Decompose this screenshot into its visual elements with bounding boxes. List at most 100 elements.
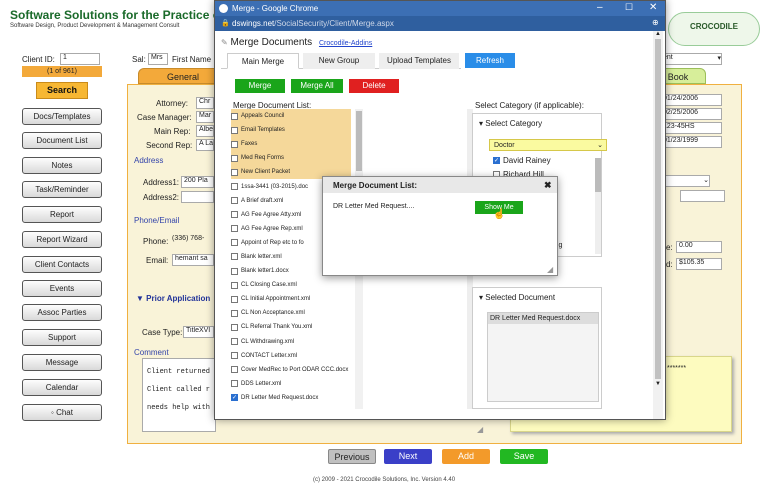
tab-upload-templates[interactable]: Upload Templates: [379, 53, 459, 69]
folder-item[interactable]: Faxes: [231, 137, 351, 152]
sidebar-button-task-reminder[interactable]: Task/Reminder: [22, 181, 102, 198]
prior-application-toggle[interactable]: ▼ Prior Application: [136, 294, 210, 303]
doctor-option[interactable]: ✓ David Rainey: [493, 156, 551, 165]
sidebar-button-client-contacts[interactable]: Client Contacts: [22, 256, 102, 273]
category-list-scrollbar[interactable]: [595, 158, 601, 254]
checkbox-icon[interactable]: [231, 154, 238, 162]
window-scrollbar[interactable]: ▲ ▼: [653, 31, 663, 419]
zoom-icon[interactable]: ⊕: [652, 18, 659, 27]
selected-document-header[interactable]: ▾ Selected Document: [479, 293, 555, 302]
maximize-icon[interactable]: ☐: [625, 2, 633, 13]
checkbox-icon[interactable]: [231, 197, 238, 205]
folder-item[interactable]: Appeals Council: [231, 109, 351, 124]
e-input[interactable]: 0.00: [676, 241, 722, 253]
main-rep-select[interactable]: Albe: [196, 125, 214, 137]
checkbox-icon[interactable]: [231, 338, 238, 346]
checkbox-icon[interactable]: [231, 281, 238, 289]
checkbox-icon[interactable]: [231, 225, 238, 233]
merge-button[interactable]: Merge: [235, 79, 285, 93]
url-bar[interactable]: 🔒 dswings.net/SocialSecurity/Client/Merg…: [215, 16, 665, 31]
address1-input[interactable]: 200 Pla: [181, 176, 214, 188]
add-button[interactable]: Add: [442, 449, 490, 464]
checkbox-icon[interactable]: [231, 168, 238, 176]
checkbox-icon[interactable]: [231, 309, 238, 317]
merge-all-button[interactable]: Merge All: [291, 79, 343, 93]
sidebar-button-support[interactable]: Support: [22, 329, 102, 346]
save-button[interactable]: Save: [500, 449, 548, 464]
selected-document-list[interactable]: DR Letter Med Request.docx: [487, 312, 599, 402]
delete-button[interactable]: Delete: [349, 79, 399, 93]
document-item[interactable]: DDS Letter.xml: [231, 377, 355, 391]
document-item[interactable]: CL Referral Thank You.xml: [231, 320, 355, 334]
checkbox-icon[interactable]: [231, 140, 238, 148]
close-icon[interactable]: ✖: [544, 180, 552, 191]
minimize-icon[interactable]: –: [597, 2, 603, 13]
sidebar-button-document-list[interactable]: Document List: [22, 132, 102, 149]
comment-textarea[interactable]: Client returned Client called r needs he…: [142, 358, 216, 432]
document-item[interactable]: CL Initial Appointment.xml: [231, 292, 355, 306]
sidebar-button-notes[interactable]: Notes: [22, 157, 102, 174]
sidebar-button-events[interactable]: Events: [22, 280, 102, 297]
resize-handle-icon[interactable]: ◢: [477, 425, 483, 434]
checkbox-icon[interactable]: [231, 183, 238, 191]
document-item[interactable]: CL Closing Case.xml: [231, 278, 355, 292]
document-item[interactable]: ✓ DR Letter Med Request.docx: [231, 391, 355, 405]
checkbox-icon[interactable]: [231, 126, 238, 134]
previous-button[interactable]: Previous: [328, 449, 376, 464]
sidebar-button-docs-templates[interactable]: Docs/Templates: [22, 108, 102, 125]
close-icon[interactable]: ✕: [649, 2, 657, 13]
selected-document-item[interactable]: DR Letter Med Request.docx: [488, 313, 598, 324]
date-field-3[interactable]: 01/23/1999: [660, 136, 722, 148]
sidebar-button-chat[interactable]: ◦ Chat: [22, 404, 102, 421]
document-item[interactable]: Cover MedRec to Port ODAR CCC.docx: [231, 363, 355, 377]
id-field[interactable]: 123-45HS: [660, 122, 722, 134]
document-item[interactable]: CL Withdrawing.xml: [231, 335, 355, 349]
checkbox-checked-icon[interactable]: ✓: [231, 394, 238, 402]
checkbox-icon[interactable]: [231, 323, 238, 331]
scroll-down-icon[interactable]: ▼: [653, 381, 663, 387]
d-input[interactable]: $105.35: [676, 258, 722, 270]
checkbox-icon[interactable]: [231, 112, 238, 120]
date-field-2[interactable]: 02/25/2006: [660, 108, 722, 120]
date-field-1[interactable]: 01/24/2006: [660, 94, 722, 106]
sidebar-button-report[interactable]: Report: [22, 206, 102, 223]
checkbox-icon[interactable]: [231, 366, 238, 374]
ent-select[interactable]: ent ▾: [660, 53, 722, 65]
folder-item[interactable]: Med Req Forms: [231, 151, 351, 166]
second-rep-select[interactable]: A La: [196, 139, 214, 151]
document-item[interactable]: CL Non Acceptance.xml: [231, 306, 355, 320]
scroll-up-icon[interactable]: ▲: [653, 31, 663, 37]
document-item[interactable]: DR Letter Med Request.xml: [231, 405, 355, 409]
search-button[interactable]: Search: [36, 82, 88, 99]
checkbox-icon[interactable]: [231, 253, 238, 261]
resize-handle-icon[interactable]: ◢: [547, 265, 553, 274]
crocodile-addins-link[interactable]: Crocodile-Addins: [319, 40, 372, 47]
checkbox-icon[interactable]: [231, 267, 238, 275]
sal-input[interactable]: Mrs: [148, 53, 168, 65]
tab-main-merge[interactable]: Main Merge: [227, 53, 299, 69]
next-button[interactable]: Next: [384, 449, 432, 464]
refresh-button[interactable]: Refresh: [465, 53, 515, 68]
case-manager-select[interactable]: Mar: [196, 111, 214, 123]
select-category-header[interactable]: ▾ Select Category: [479, 119, 542, 128]
checkbox-icon[interactable]: [231, 295, 238, 303]
case-type-select[interactable]: TitleXVI: [183, 326, 214, 338]
checkbox-icon[interactable]: [231, 211, 238, 219]
sidebar-button-assoc-parties[interactable]: Assoc Parties: [22, 304, 102, 321]
sidebar-button-message[interactable]: Message: [22, 354, 102, 371]
document-item[interactable]: CONTACT Letter.xml: [231, 349, 355, 363]
address2-input[interactable]: [181, 191, 214, 203]
tab-new-group[interactable]: New Group: [303, 53, 375, 69]
sidebar-button-report-wizard[interactable]: Report Wizard: [22, 231, 102, 248]
email-input[interactable]: hemant sa: [172, 254, 214, 266]
right-select[interactable]: ⌄: [660, 175, 710, 187]
phone-input[interactable]: (336) 768-: [170, 235, 214, 247]
folder-item[interactable]: Email Templates: [231, 123, 351, 138]
sidebar-button-calendar[interactable]: Calendar: [22, 379, 102, 396]
client-id-input[interactable]: 1: [60, 53, 100, 65]
checkbox-icon[interactable]: [231, 380, 238, 388]
category-select[interactable]: Doctor ⌄: [489, 139, 607, 151]
checkbox-icon[interactable]: [231, 352, 238, 360]
attorney-select[interactable]: Chr: [196, 97, 214, 109]
right-input[interactable]: [680, 190, 725, 202]
